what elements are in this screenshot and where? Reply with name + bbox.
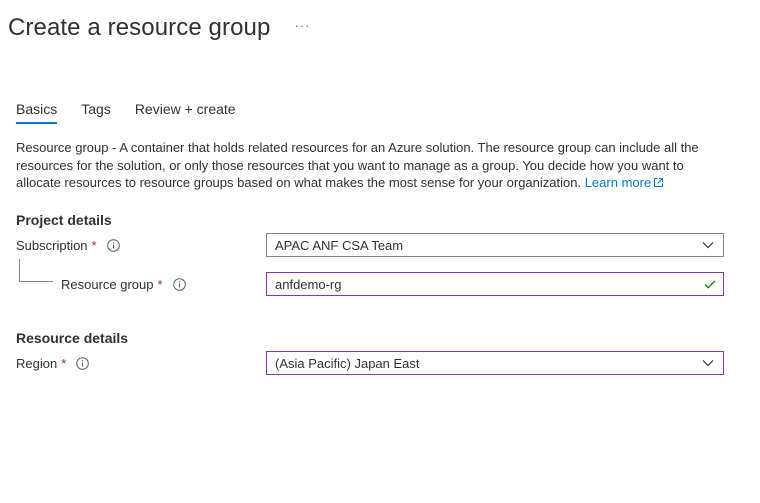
- required-asterisk: *: [61, 356, 67, 371]
- subscription-label-text: Subscription: [16, 238, 88, 253]
- tab-tags[interactable]: Tags: [81, 101, 111, 124]
- region-dropdown[interactable]: (Asia Pacific) Japan East: [266, 351, 724, 375]
- resource-details-heading: Resource details: [16, 330, 129, 346]
- required-asterisk: *: [157, 277, 163, 292]
- subscription-value: APAC ANF CSA Team: [275, 237, 404, 253]
- checkmark-icon: [704, 280, 716, 289]
- resource-group-input[interactable]: anfdemo-rg: [266, 272, 724, 296]
- chevron-down-icon: [702, 360, 714, 367]
- learn-more-link[interactable]: Learn more: [585, 175, 664, 190]
- external-link-icon: [653, 175, 664, 187]
- tab-basics[interactable]: Basics: [16, 101, 58, 124]
- subscription-dropdown[interactable]: APAC ANF CSA Team: [266, 233, 724, 257]
- info-icon[interactable]: [106, 239, 120, 252]
- resource-group-value[interactable]: anfdemo-rg: [275, 277, 703, 292]
- project-details-heading: Project details: [16, 212, 112, 228]
- required-asterisk: *: [91, 238, 97, 253]
- tab-bar: Basics Tags Review + create: [16, 101, 260, 124]
- page-title: Create a resource group: [8, 14, 271, 41]
- chevron-down-icon: [702, 242, 714, 249]
- region-value: (Asia Pacific) Japan East: [275, 355, 420, 371]
- region-label-text: Region: [16, 356, 58, 371]
- info-icon[interactable]: [76, 357, 90, 370]
- resource-group-label: Resource group *: [61, 277, 186, 292]
- page-header: Create a resource group ···: [8, 14, 310, 42]
- learn-more-label[interactable]: Learn more: [585, 175, 651, 190]
- description-term: Resource group: [16, 140, 109, 155]
- tab-review-create[interactable]: Review + create: [135, 101, 236, 124]
- subscription-label: Subscription *: [16, 238, 120, 253]
- hierarchy-connector: [19, 259, 53, 282]
- info-icon[interactable]: [172, 278, 186, 291]
- resource-group-label-text: Resource group: [61, 277, 154, 292]
- description: Resource group - A container that holds …: [16, 139, 716, 192]
- region-label: Region *: [16, 356, 90, 371]
- more-options-button[interactable]: ···: [294, 18, 310, 33]
